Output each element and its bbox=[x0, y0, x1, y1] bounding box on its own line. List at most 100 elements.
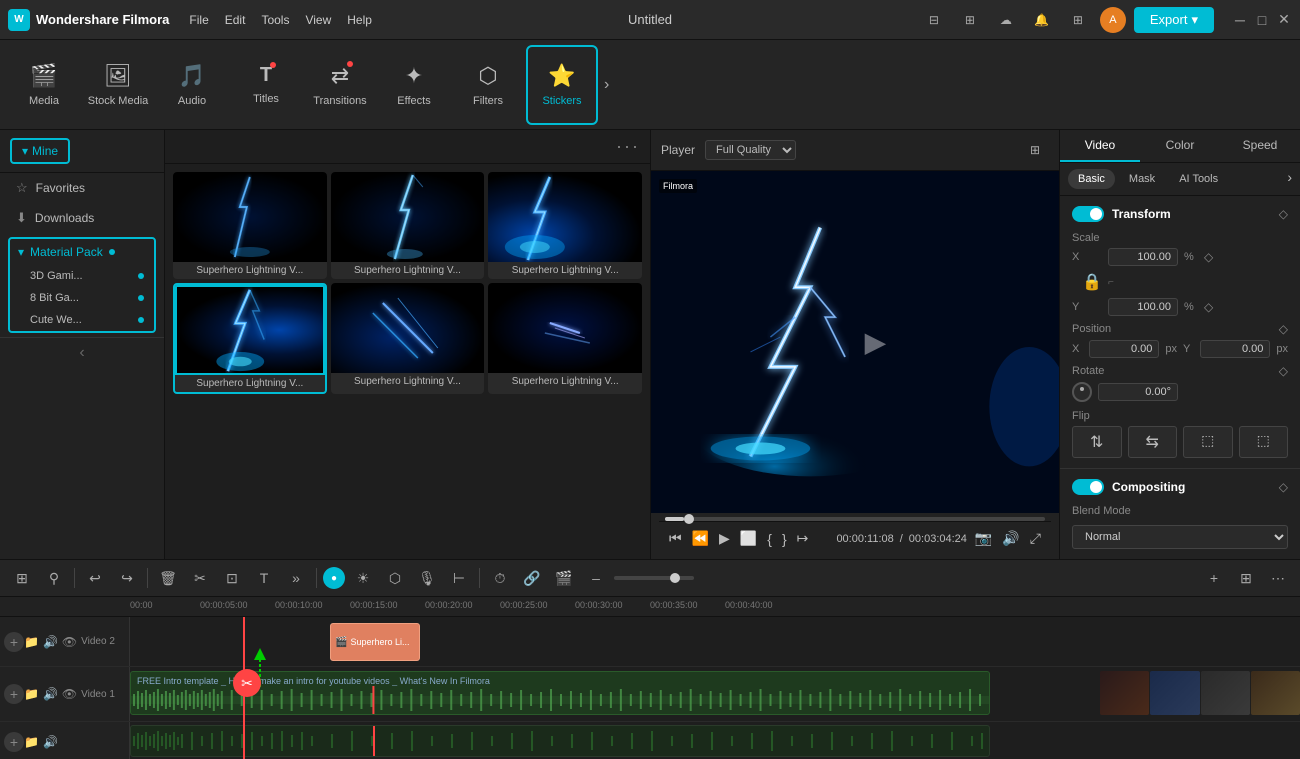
scale-x-diamond[interactable]: ◇ bbox=[1204, 250, 1213, 264]
sub-item-cute[interactable]: Cute We... bbox=[10, 309, 154, 331]
avatar[interactable]: A bbox=[1100, 7, 1126, 33]
layout-view-btn[interactable]: ⊞ bbox=[8, 564, 36, 592]
favorites-nav-item[interactable]: ☆ Favorites bbox=[0, 173, 164, 203]
track-eye-icon-2[interactable]: 👁 bbox=[62, 635, 77, 649]
more-options-icon[interactable]: ··· bbox=[616, 136, 640, 157]
compositing-toggle[interactable] bbox=[1072, 479, 1104, 495]
trim-btn[interactable]: ⊡ bbox=[218, 564, 246, 592]
subtab-more-arrow[interactable]: › bbox=[1287, 169, 1292, 189]
clip-btn[interactable]: 🎬 bbox=[550, 564, 578, 592]
track-volume-icon-2[interactable]: 🔊 bbox=[43, 635, 58, 649]
tool-transitions[interactable]: ⇄ Transitions bbox=[304, 45, 376, 125]
flip-btn-4[interactable]: ⬚ bbox=[1239, 426, 1289, 458]
tool-titles[interactable]: T Titles bbox=[230, 45, 302, 125]
grid-item-6[interactable]: Superhero Lightning V... bbox=[488, 283, 642, 394]
compositing-expand-icon[interactable]: ◇ bbox=[1279, 480, 1288, 494]
blend-mode-select[interactable]: Normal Multiply Screen Overlay bbox=[1072, 525, 1288, 549]
rotate-circle[interactable] bbox=[1072, 382, 1092, 402]
transform-toggle[interactable] bbox=[1072, 206, 1104, 222]
plus-btn[interactable]: + bbox=[1200, 564, 1228, 592]
crop-btn[interactable]: ⬜ bbox=[738, 528, 759, 549]
audio-clip[interactable] bbox=[130, 725, 990, 757]
fullscreen-btn[interactable]: ⤢ bbox=[1028, 528, 1043, 549]
tab-video[interactable]: Video bbox=[1060, 130, 1140, 162]
subtab-basic[interactable]: Basic bbox=[1068, 169, 1115, 189]
menu-tools[interactable]: Tools bbox=[261, 13, 289, 27]
magnet-btn[interactable]: ⚲ bbox=[40, 564, 68, 592]
track-volume-icon-1[interactable]: 🔊 bbox=[43, 687, 58, 701]
subtab-mask[interactable]: Mask bbox=[1119, 169, 1165, 189]
lightning-clip[interactable]: 🎬 Superhero Li... bbox=[330, 623, 420, 661]
window-minimize-btn[interactable]: ─ bbox=[1232, 12, 1248, 28]
split-btn[interactable]: ⊢ bbox=[445, 564, 473, 592]
transform-expand-icon[interactable]: ◇ bbox=[1279, 207, 1288, 221]
snapshot-btn[interactable]: 📷 bbox=[973, 528, 994, 549]
speed-btn[interactable]: ⏱ bbox=[486, 564, 514, 592]
tool-stickers[interactable]: ⭐ Stickers bbox=[526, 45, 598, 125]
link-btn[interactable]: 🔗 bbox=[518, 564, 546, 592]
sub-item-8bit[interactable]: 8 Bit Ga... bbox=[10, 287, 154, 309]
apps-icon[interactable]: ⊞ bbox=[1064, 6, 1092, 34]
preview-progress-bar[interactable] bbox=[665, 517, 1045, 521]
grid-item-4[interactable]: Superhero Lightning V... bbox=[173, 283, 327, 394]
pos-x-input[interactable] bbox=[1089, 340, 1159, 358]
toolbar-more-arrow[interactable]: › bbox=[600, 72, 613, 98]
export-button[interactable]: Export ▾ bbox=[1134, 7, 1214, 33]
preview-expand-icon[interactable]: ⊞ bbox=[1021, 136, 1049, 164]
text-btn[interactable]: T bbox=[250, 564, 278, 592]
grid-item-1[interactable]: Superhero Lightning V... bbox=[173, 172, 327, 279]
tool-audio[interactable]: 🎵 Audio bbox=[156, 45, 228, 125]
flip-btn-3[interactable]: ⬚ bbox=[1183, 426, 1233, 458]
volume-btn[interactable]: 🔊 bbox=[1000, 528, 1021, 549]
mic-btn[interactable]: 🎙 bbox=[413, 564, 441, 592]
minus-btn[interactable]: – bbox=[582, 564, 610, 592]
scale-y-input[interactable] bbox=[1108, 298, 1178, 316]
flip-vertical-btn[interactable]: ⇅ bbox=[1072, 426, 1122, 458]
cloud-icon[interactable]: ☁ bbox=[992, 6, 1020, 34]
track-add-btn-2[interactable]: + bbox=[4, 632, 24, 652]
quality-select[interactable]: Full Quality Half Quality bbox=[705, 140, 796, 160]
menu-file[interactable]: File bbox=[189, 13, 208, 27]
more-edit-btn[interactable]: » bbox=[282, 564, 310, 592]
notification-icon[interactable]: 🔔 bbox=[1028, 6, 1056, 34]
window-maximize-btn[interactable]: □ bbox=[1254, 12, 1270, 28]
scale-x-input[interactable] bbox=[1108, 248, 1178, 266]
track-file-icon-audio[interactable]: 📁 bbox=[24, 735, 39, 749]
pos-y-input[interactable] bbox=[1200, 340, 1270, 358]
fit-btn[interactable]: ● bbox=[323, 567, 345, 589]
sub-item-3d[interactable]: 3D Gami... bbox=[10, 265, 154, 287]
material-pack-header[interactable]: ▾ Material Pack bbox=[10, 239, 154, 265]
tool-media[interactable]: 🎬 Media bbox=[8, 45, 80, 125]
grid-item-5[interactable]: Superhero Lightning V... bbox=[331, 283, 485, 394]
tool-filters[interactable]: ⬡ Filters bbox=[452, 45, 524, 125]
shield-btn[interactable]: ⬡ bbox=[381, 564, 409, 592]
sun-btn[interactable]: ☀ bbox=[349, 564, 377, 592]
play-btn[interactable]: ▶ bbox=[717, 528, 732, 549]
downloads-nav-item[interactable]: ⬇ Downloads bbox=[0, 203, 164, 233]
settings-btn[interactable]: ⋯ bbox=[1264, 564, 1292, 592]
track-eye-icon-1[interactable]: 👁 bbox=[62, 687, 77, 701]
window-close-btn[interactable]: ✕ bbox=[1276, 12, 1292, 28]
menu-edit[interactable]: Edit bbox=[225, 13, 246, 27]
track-file-icon-1[interactable]: 📁 bbox=[24, 687, 39, 701]
collapse-panel-button[interactable]: ‹ bbox=[0, 337, 164, 368]
menu-help[interactable]: Help bbox=[347, 13, 372, 27]
grid-item-3[interactable]: Superhero Lightning V... bbox=[488, 172, 642, 279]
tool-stock-media[interactable]: 🖼 Stock Media bbox=[82, 45, 154, 125]
track-add-btn-1[interactable]: + bbox=[4, 684, 24, 704]
track-volume-icon-audio[interactable]: 🔊 bbox=[43, 735, 58, 749]
progress-handle[interactable] bbox=[684, 514, 694, 524]
cut-btn[interactable]: ✂ bbox=[186, 564, 214, 592]
tab-speed[interactable]: Speed bbox=[1220, 130, 1300, 162]
grid-item-2[interactable]: Superhero Lightning V... bbox=[331, 172, 485, 279]
position-diamond[interactable]: ◇ bbox=[1279, 322, 1288, 336]
tool-effects[interactable]: ✦ Effects bbox=[378, 45, 450, 125]
subtab-aitools[interactable]: AI Tools bbox=[1169, 169, 1228, 189]
mark-btn[interactable]: ↦ bbox=[795, 528, 811, 549]
skip-back-btn[interactable]: ⏮ bbox=[667, 528, 684, 549]
layout-icon[interactable]: ⊞ bbox=[956, 6, 984, 34]
grid-btn[interactable]: ⊞ bbox=[1232, 564, 1260, 592]
delete-btn[interactable]: 🗑 bbox=[154, 564, 182, 592]
undo-btn[interactable]: ↩ bbox=[81, 564, 109, 592]
mine-button[interactable]: ▾ Mine bbox=[10, 138, 70, 164]
